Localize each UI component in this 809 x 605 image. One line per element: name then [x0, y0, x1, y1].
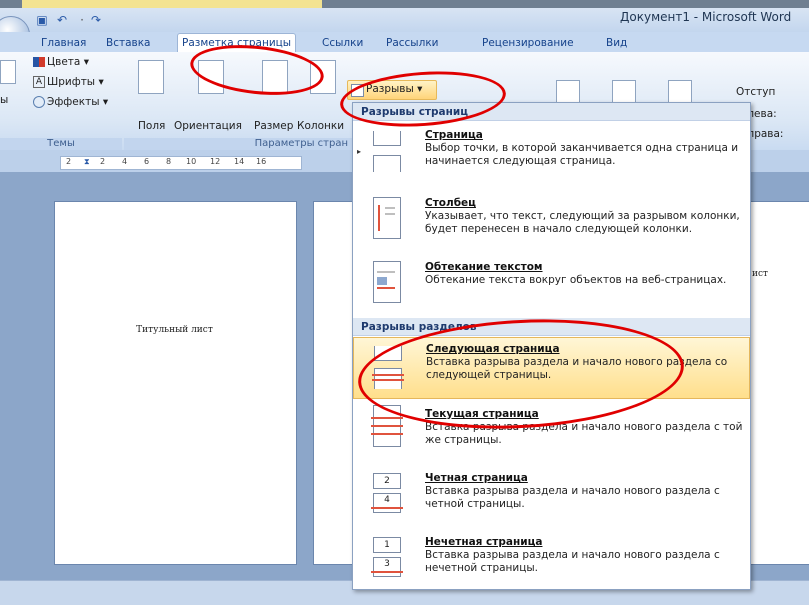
- menu-item-page-title: Страница: [425, 129, 483, 141]
- column-break-icon: [369, 197, 405, 239]
- themes-group-label: Темы: [0, 138, 122, 150]
- menu-item-even-page-desc: Вставка разрыва раздела и начало нового …: [425, 485, 720, 510]
- document-page-1[interactable]: [54, 201, 297, 565]
- menu-item-column[interactable]: Столбец Указывает, что текст, следующий …: [353, 191, 750, 259]
- tab-review[interactable]: Рецензирование: [478, 35, 578, 52]
- top-strip: [0, 0, 809, 8]
- menu-item-column-desc: Указывает, что текст, следующий за разры…: [425, 210, 740, 235]
- ruler-tick: 14: [234, 157, 245, 166]
- ruler-tick: 6: [144, 157, 150, 166]
- tab-insert[interactable]: Вставка: [102, 35, 155, 52]
- even-icon-top-number: 2: [373, 473, 401, 489]
- odd-icon-top-number: 1: [373, 537, 401, 553]
- ruler-tick: 8: [166, 157, 172, 166]
- menu-item-text-wrapping-desc: Обтекание текста вокруг объектов на веб-…: [425, 274, 727, 286]
- menu-item-text-wrapping[interactable]: Обтекание текстом Обтекание текста вокру…: [353, 255, 750, 315]
- margins-button[interactable]: Поля: [138, 120, 165, 132]
- page-setup-group-label: Параметры стран: [124, 138, 352, 150]
- text-wrapping-icon: [369, 261, 405, 303]
- pointer-arrow-icon: ▸: [357, 147, 362, 156]
- ruler-tick: 12: [210, 157, 221, 166]
- menu-item-column-title: Столбец: [425, 197, 476, 209]
- columns-button[interactable]: Колонки: [297, 120, 344, 132]
- menu-item-odd-page-desc: Вставка разрыва раздела и начало нового …: [425, 549, 720, 574]
- menu-item-text-wrapping-title: Обтекание текстом: [425, 261, 543, 273]
- odd-icon-bottom-number: 3: [373, 557, 401, 577]
- effects-label: Эффекты: [47, 96, 100, 108]
- menu-item-even-page-title: Четная страница: [425, 472, 528, 484]
- colors-icon: [33, 57, 45, 67]
- menu-item-even-page[interactable]: 2 4 Четная страница Вставка разрыва разд…: [353, 467, 750, 527]
- even-page-break-icon: 2 4: [369, 473, 405, 513]
- themes-label-cut: ы: [0, 94, 9, 106]
- menu-item-page[interactable]: ▸ Страница Выбор точки, в которой заканч…: [353, 123, 750, 189]
- page2-text: ист: [752, 269, 769, 279]
- even-icon-bottom-number: 4: [373, 493, 401, 513]
- menu-item-odd-page-title: Нечетная страница: [425, 536, 543, 548]
- menu-item-page-desc: Выбор точки, в которой заканчивается одн…: [425, 142, 739, 167]
- size-button[interactable]: Размер: [254, 120, 293, 132]
- indent-title: Отступ: [736, 86, 776, 98]
- page1-text: Титульный лист: [136, 325, 213, 335]
- ribbon-tabs: Главная Вставка Разметка страницы Ссылки…: [0, 32, 809, 53]
- margins-icon[interactable]: [138, 60, 164, 94]
- effects-icon: [33, 96, 45, 108]
- colors-button[interactable]: Цвета ▾: [33, 56, 89, 68]
- fonts-label: Шрифты: [47, 76, 96, 88]
- tab-mailings[interactable]: Рассылки: [382, 35, 442, 52]
- redo-icon[interactable]: ↷: [88, 12, 104, 28]
- page-break-icon: [369, 131, 405, 172]
- window-title: Документ1 - Microsoft Word: [620, 10, 792, 24]
- themes-icon[interactable]: [0, 60, 16, 84]
- odd-page-break-icon: 1 3: [369, 537, 405, 577]
- ruler-tick: 4: [122, 157, 128, 166]
- tab-view[interactable]: Вид: [602, 35, 631, 52]
- effects-button[interactable]: Эффекты ▾: [33, 96, 108, 108]
- save-icon[interactable]: ▣: [34, 12, 50, 28]
- ruler-tick: 2: [66, 157, 72, 166]
- ruler-tick: 16: [256, 157, 267, 166]
- tab-home[interactable]: Главная: [37, 35, 90, 52]
- menu-item-odd-page[interactable]: 1 3 Нечетная страница Вставка разрыва ра…: [353, 531, 750, 587]
- colors-label: Цвета: [47, 56, 81, 68]
- tab-references[interactable]: Ссылки: [318, 35, 367, 52]
- orientation-button[interactable]: Ориентация: [174, 120, 242, 132]
- ruler-tick: 2: [100, 157, 106, 166]
- fonts-button[interactable]: A Шрифты ▾: [33, 76, 104, 88]
- indent-marker-icon[interactable]: ⧗: [84, 157, 90, 167]
- undo-icon[interactable]: ↶: [54, 12, 70, 28]
- ruler-tick: 10: [186, 157, 197, 166]
- fonts-icon: A: [33, 76, 45, 88]
